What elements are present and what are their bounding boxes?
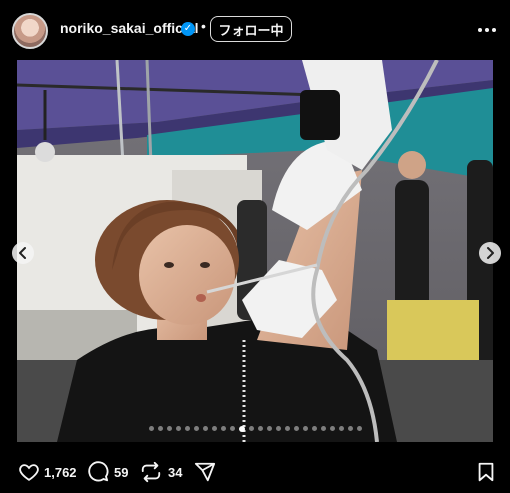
username[interactable]: noriko_sakai_official [60, 20, 199, 36]
carousel-indicator [0, 420, 510, 432]
carousel-dot [275, 426, 281, 432]
carousel-dot [302, 426, 308, 432]
carousel-prev-button[interactable] [12, 242, 34, 264]
post-media[interactable] [17, 60, 493, 442]
carousel-dot [257, 426, 263, 432]
carousel-dot [338, 426, 344, 432]
carousel-dot [229, 426, 235, 432]
avatar[interactable] [12, 13, 48, 49]
heart-icon[interactable] [18, 461, 40, 483]
carousel-dot [293, 426, 299, 432]
carousel-dot [166, 426, 172, 432]
carousel-dot [148, 426, 154, 432]
carousel-dot [211, 426, 217, 432]
carousel-dot [184, 426, 190, 432]
carousel-dot [157, 426, 163, 432]
carousel-dot [248, 426, 254, 432]
comment-count[interactable]: 59 [114, 465, 128, 480]
carousel-dot [175, 426, 181, 432]
share-icon[interactable] [194, 461, 216, 483]
chevron-right-icon [487, 247, 494, 259]
carousel-dot [193, 426, 199, 432]
repost-count[interactable]: 34 [168, 465, 182, 480]
carousel-dot [356, 426, 362, 432]
carousel-dot [284, 426, 290, 432]
carousel-dot [220, 426, 226, 432]
verified-badge-icon: ✓ [181, 22, 195, 36]
action-bar: 1,762 59 34 [0, 442, 510, 493]
carousel-dot [320, 426, 326, 432]
like-count[interactable]: 1,762 [44, 465, 77, 480]
post-photo [17, 60, 493, 442]
carousel-dot [347, 426, 353, 432]
repost-icon[interactable] [140, 461, 162, 483]
carousel-dot [238, 425, 245, 432]
more-options-icon[interactable] [476, 20, 498, 40]
carousel-dot [329, 426, 335, 432]
separator-dot: • [201, 18, 206, 34]
post-header: noriko_sakai_official ✓ • フォロー中 [0, 0, 510, 60]
carousel-next-button[interactable] [479, 242, 501, 264]
comment-icon[interactable] [87, 461, 109, 483]
bookmark-icon[interactable] [476, 461, 496, 483]
following-button[interactable]: フォロー中 [210, 16, 292, 42]
carousel-dot [266, 426, 272, 432]
carousel-dot [202, 426, 208, 432]
carousel-dot [311, 426, 317, 432]
chevron-left-icon [19, 247, 26, 259]
